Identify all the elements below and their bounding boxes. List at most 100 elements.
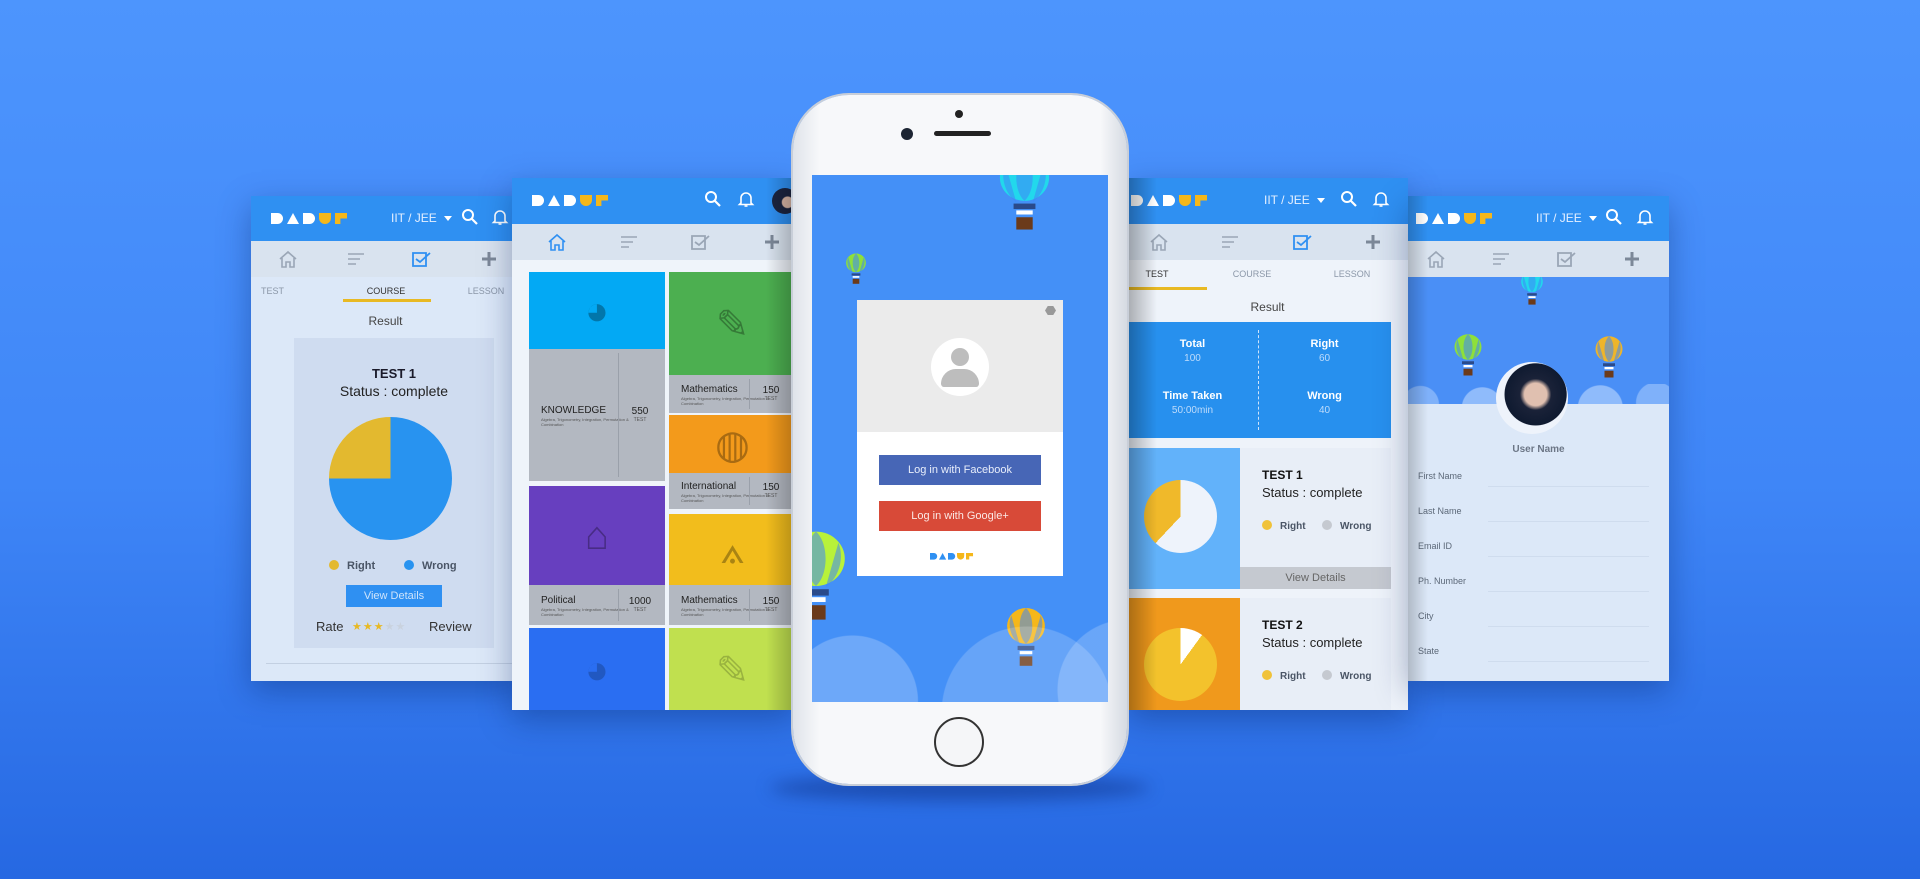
category-tile[interactable]: ◕ bbox=[529, 628, 665, 710]
user-avatar[interactable] bbox=[1496, 362, 1568, 434]
star-icon[interactable]: ★ bbox=[363, 621, 374, 633]
edge-shadow bbox=[766, 178, 796, 710]
brain-gears-icon: ◕ bbox=[584, 288, 610, 333]
bell-icon[interactable] bbox=[1372, 190, 1390, 208]
star-rating[interactable]: ★★★★★ bbox=[352, 620, 406, 633]
legend-dot bbox=[1322, 520, 1332, 530]
legend-dot bbox=[329, 560, 339, 570]
search-icon[interactable] bbox=[1605, 208, 1623, 226]
field-input[interactable] bbox=[1488, 521, 1649, 522]
plus-icon[interactable] bbox=[479, 250, 499, 268]
test-card-2: TEST 2 Status : complete Right Wrong bbox=[1127, 598, 1391, 710]
exam-selector[interactable]: IIT / JEE bbox=[1264, 193, 1325, 207]
star-icon[interactable]: ★ bbox=[374, 621, 385, 633]
field-input[interactable] bbox=[1488, 626, 1649, 627]
result-screen: IIT / JEE TEST COURSE LESSON Result TEST… bbox=[251, 196, 520, 681]
field-input[interactable] bbox=[1488, 486, 1649, 487]
review-link[interactable]: Review bbox=[429, 619, 472, 634]
home-icon[interactable] bbox=[278, 250, 298, 268]
list-icon[interactable] bbox=[1220, 233, 1240, 251]
tab-course[interactable]: COURSE bbox=[343, 286, 429, 296]
category-tile[interactable]: ⌂ Political Algebra, Trigonometry, Integ… bbox=[529, 486, 665, 625]
avatar-panel bbox=[857, 300, 1063, 432]
result-pie-chart bbox=[329, 417, 452, 540]
app-header: IIT / JEE bbox=[1408, 196, 1669, 241]
balloon-icon bbox=[845, 253, 867, 286]
daduf-logo bbox=[532, 195, 608, 206]
field-input[interactable] bbox=[1488, 591, 1649, 592]
plus-icon[interactable] bbox=[1622, 250, 1642, 268]
plus-icon[interactable] bbox=[1363, 233, 1383, 251]
star-icon[interactable]: ★ bbox=[396, 621, 407, 633]
divider bbox=[266, 663, 520, 664]
category-name: Political bbox=[541, 595, 576, 606]
search-icon[interactable] bbox=[1340, 190, 1358, 208]
legend-right: Right bbox=[1262, 670, 1306, 682]
checkbox-icon[interactable] bbox=[1556, 250, 1576, 268]
settings-icon[interactable] bbox=[1045, 306, 1056, 315]
caret-down-icon bbox=[1316, 198, 1325, 204]
login-card: Log in with Facebook Log in with Google+ bbox=[857, 300, 1063, 576]
edge-shadow bbox=[1127, 178, 1157, 710]
test-status: Status : complete bbox=[1262, 635, 1363, 650]
checkbox-icon[interactable] bbox=[1292, 233, 1312, 251]
exam-selector-label: IIT / JEE bbox=[391, 211, 437, 225]
category-tile[interactable]: ◕ KNOWLEDGE Algebra, Trigonometry, Integ… bbox=[529, 272, 665, 481]
test-count: 550 TEST bbox=[631, 406, 649, 423]
clouds bbox=[812, 602, 1108, 702]
exam-selector[interactable]: IIT / JEE bbox=[1536, 211, 1597, 225]
legend-right: Right bbox=[329, 560, 375, 572]
balloon-icon bbox=[1520, 277, 1544, 307]
daduf-logo bbox=[271, 213, 347, 224]
category-screen: ◕ KNOWLEDGE Algebra, Trigonometry, Integ… bbox=[512, 178, 796, 710]
result-heading: Result bbox=[368, 314, 403, 328]
field-input[interactable] bbox=[1488, 661, 1649, 662]
tile-caption: KNOWLEDGE Algebra, Trigonometry, Integra… bbox=[529, 349, 665, 481]
facebook-login-button[interactable]: Log in with Facebook bbox=[879, 455, 1041, 485]
default-avatar-icon bbox=[931, 338, 989, 396]
home-icon[interactable] bbox=[547, 233, 567, 251]
list-icon[interactable] bbox=[619, 233, 639, 251]
list-icon[interactable] bbox=[346, 250, 366, 268]
legend-dot bbox=[1322, 670, 1332, 680]
phone-camera bbox=[901, 128, 913, 140]
bell-icon[interactable] bbox=[737, 190, 755, 208]
tab-lesson[interactable]: LESSON bbox=[461, 286, 511, 296]
exam-selector[interactable]: IIT / JEE bbox=[391, 211, 452, 225]
legend-wrong: Wrong bbox=[404, 560, 457, 572]
legend-dot bbox=[1262, 670, 1272, 680]
checkbox-icon[interactable] bbox=[411, 250, 431, 268]
app-header: IIT / JEE bbox=[251, 196, 520, 241]
phone-frame: Log in with Facebook Log in with Google+ bbox=[793, 95, 1127, 784]
star-icon[interactable]: ★ bbox=[352, 621, 363, 633]
list-icon[interactable] bbox=[1491, 250, 1511, 268]
exam-selector-label: IIT / JEE bbox=[1536, 211, 1582, 225]
search-icon[interactable] bbox=[704, 190, 722, 208]
tab-test[interactable]: TEST bbox=[261, 286, 284, 296]
category-name: KNOWLEDGE bbox=[541, 405, 607, 416]
tab-course[interactable]: COURSE bbox=[1222, 269, 1282, 279]
tile-caption: Political Algebra, Trigonometry, Integra… bbox=[529, 585, 665, 625]
test-status: Status : complete bbox=[339, 383, 449, 399]
home-button[interactable] bbox=[934, 717, 984, 767]
active-tab-indicator bbox=[343, 299, 431, 302]
balloon-icon bbox=[1594, 335, 1624, 381]
search-icon[interactable] bbox=[461, 208, 479, 226]
user-name: User Name bbox=[1512, 444, 1565, 455]
test-status: Status : complete bbox=[1262, 485, 1363, 500]
caret-down-icon bbox=[1588, 216, 1597, 222]
bell-icon[interactable] bbox=[1636, 208, 1654, 226]
divider bbox=[618, 589, 619, 621]
bell-icon[interactable] bbox=[491, 208, 509, 226]
tab-lesson[interactable]: LESSON bbox=[1322, 269, 1382, 279]
phone-sensor bbox=[955, 110, 963, 118]
field-input[interactable] bbox=[1488, 556, 1649, 557]
view-details-button[interactable]: View Details bbox=[1240, 567, 1391, 589]
home-icon[interactable] bbox=[1426, 250, 1446, 268]
google-login-button[interactable]: Log in with Google+ bbox=[879, 501, 1041, 531]
view-details-button[interactable]: View Details bbox=[346, 585, 442, 607]
test-title: TEST 2 bbox=[1262, 618, 1303, 632]
star-icon[interactable]: ★ bbox=[385, 621, 396, 633]
test-result-screen: IIT / JEE TEST COURSE LESSON Result Tota… bbox=[1127, 178, 1408, 710]
checkbox-icon[interactable] bbox=[690, 233, 710, 251]
